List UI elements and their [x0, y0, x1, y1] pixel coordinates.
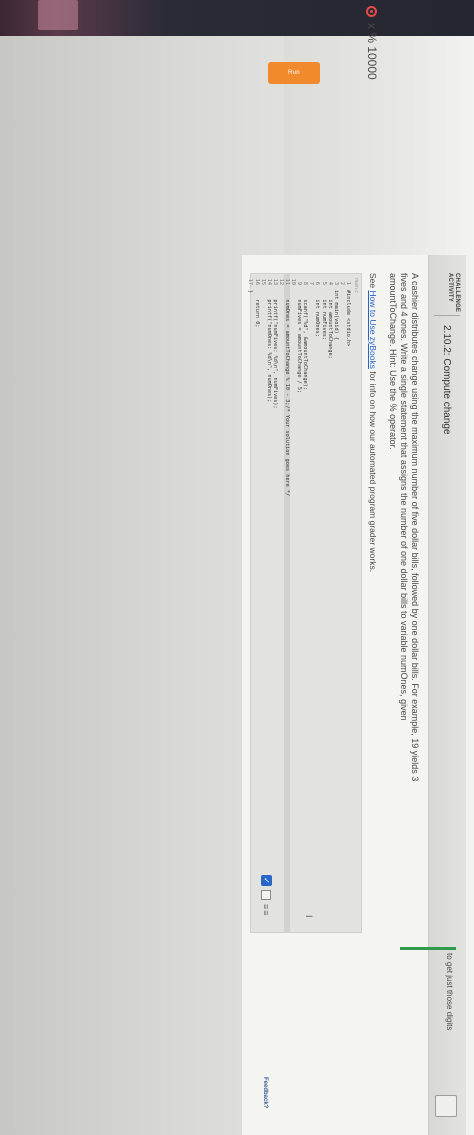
- code-text[interactable]: }: [247, 288, 253, 293]
- see-suffix: for info on how our automated program gr…: [368, 368, 378, 573]
- challenge-label-line1: CHALLENGE: [454, 273, 460, 313]
- code-line[interactable]: 5 int numFives;: [321, 274, 327, 932]
- code-line[interactable]: 17}: [247, 274, 253, 932]
- square-icon[interactable]: [261, 890, 272, 900]
- code-text[interactable]: numFives = amountToChange / 5;: [296, 288, 302, 393]
- line-number: 13: [271, 278, 278, 285]
- line-number: 2: [338, 281, 345, 285]
- instructions-text: A cashier distributes change using the m…: [387, 273, 420, 833]
- code-line[interactable]: 6 int numOnes;: [314, 274, 320, 932]
- code-text[interactable]: scanf("%d", &amountToChange);: [302, 288, 308, 390]
- challenge-label-line2: ACTIVITY: [447, 273, 453, 302]
- instructions-line1: A cashier distributes change using the m…: [410, 273, 420, 782]
- line-number: 12: [277, 278, 284, 285]
- code-text[interactable]: int main(void) {: [333, 288, 339, 340]
- code-text[interactable]: int numOnes;: [314, 288, 320, 337]
- code-line[interactable]: 1 #include <stdio.h>: [345, 274, 351, 932]
- code-line[interactable]: 4 int amountToChange;: [327, 274, 333, 932]
- rotated-screen: CHALLENGE ACTIVITY 2.10.2: Compute chang…: [0, 0, 474, 1135]
- code-text[interactable]: numOnes = amountToChange % 10 - 3;/* You…: [284, 288, 290, 496]
- code-line[interactable]: 7: [308, 274, 314, 932]
- line-number: 8: [302, 281, 309, 285]
- activity-title: 2.10.2: Compute change: [441, 325, 452, 435]
- run-button[interactable]: Run: [268, 62, 320, 84]
- code-editor[interactable]: main.c 1 #include <stdio.h> 2 3 int main(voi…: [247, 273, 362, 933]
- line-number: 14: [265, 278, 272, 285]
- code-line[interactable]: 11 numOnes = amountToChange % 10 - 3;/* …: [283, 274, 291, 932]
- line-number: 6: [314, 281, 321, 285]
- code-line[interactable]: 9 numFives = amountToChange / 5;: [296, 274, 302, 932]
- code-text[interactable]: #include <stdio.h>: [345, 288, 351, 346]
- line-number: 11: [284, 278, 291, 285]
- line-number: 16: [253, 278, 260, 285]
- code-lines[interactable]: 1 #include <stdio.h> 2 3 int main(void) {4 i…: [247, 274, 351, 932]
- code-text[interactable]: return 0;: [254, 288, 260, 327]
- challenge-activity-panel: CHALLENGE ACTIVITY 2.10.2: Compute chang…: [242, 255, 466, 1135]
- code-line[interactable]: 16 return 0;: [254, 274, 260, 932]
- line-number: 1: [344, 281, 351, 285]
- header-divider: [434, 315, 460, 316]
- line-number: 7: [308, 281, 315, 285]
- instructions-line2: fives and 4 ones. Write a single stateme…: [399, 273, 409, 721]
- line-number: 4: [326, 281, 333, 285]
- formula-text: x % 10000: [365, 23, 379, 80]
- code-line[interactable]: 8 scanf("%d", &amountToChange);: [302, 274, 308, 932]
- line-number: 10: [290, 278, 297, 285]
- code-line[interactable]: 14 printf("numOnes: %d\n", numOnes);: [266, 274, 272, 932]
- hint-text: to get just those digits: [445, 953, 454, 1031]
- check-icon[interactable]: ✓: [261, 875, 272, 886]
- code-text[interactable]: int numFives;: [321, 288, 327, 340]
- line-number: 3: [332, 281, 339, 285]
- instructions-line3: amountToChange. Hint: Use the % operator…: [388, 273, 398, 450]
- code-line[interactable]: 13 printf("numFives: %d\n", numFives);: [272, 274, 278, 932]
- completion-status-box: [435, 1095, 457, 1117]
- see-prefix: See: [368, 273, 378, 291]
- feedback-link[interactable]: Feedback?: [262, 1077, 268, 1108]
- code-text[interactable]: int amountToChange;: [327, 288, 333, 358]
- text-cursor-icon: I: [304, 915, 314, 918]
- grader-info-line: See How to Use zyBooks for info on how o…: [368, 273, 378, 572]
- editor-tools: ✓ ≡≡: [261, 875, 272, 917]
- editor-header: main.c: [353, 278, 359, 293]
- line-number: 17: [247, 278, 254, 285]
- line-number: 9: [296, 281, 303, 285]
- line-number: 15: [259, 278, 266, 285]
- how-to-use-zybooks-link[interactable]: How to Use zyBooks: [368, 291, 378, 369]
- code-text[interactable]: printf("numFives: %d\n", numFives);: [272, 288, 278, 408]
- menu-bars-icon[interactable]: ≡≡: [262, 904, 272, 917]
- line-number: 5: [320, 281, 327, 285]
- code-text[interactable]: printf("numOnes: %d\n", numOnes);: [266, 288, 272, 402]
- code-line[interactable]: 2: [339, 274, 345, 932]
- code-line[interactable]: 3 int main(void) {: [333, 274, 339, 932]
- hint-accent-bar: [400, 947, 456, 950]
- formula-line: x % 10000: [365, 6, 379, 80]
- radio-selected-icon[interactable]: [366, 6, 378, 17]
- challenge-activity-label: CHALLENGE ACTIVITY: [446, 273, 460, 312]
